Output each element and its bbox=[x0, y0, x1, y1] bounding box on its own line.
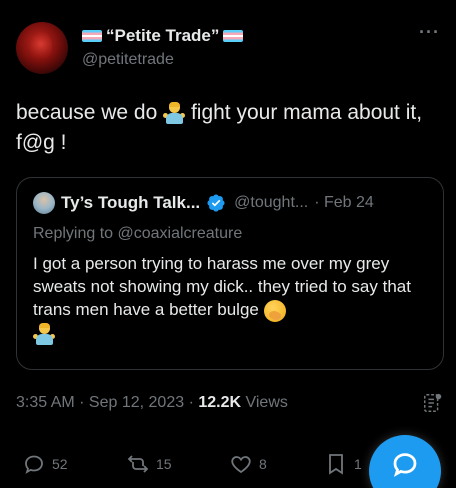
bookmark-icon bbox=[329, 454, 343, 475]
post-date[interactable]: Sep 12, 2023 bbox=[89, 394, 184, 411]
post-metadata: 3:35 AM · Sep 12, 2023 · 12.2K Views bbox=[16, 394, 288, 412]
shrug-emoji-icon bbox=[33, 323, 55, 346]
compose-button[interactable] bbox=[369, 435, 441, 488]
author-name-row[interactable]: “Petite Trade” bbox=[82, 26, 244, 46]
bookmark-button[interactable]: 1 bbox=[324, 452, 362, 476]
reply-icon bbox=[25, 455, 43, 474]
author-handle[interactable]: @petitetrade bbox=[82, 51, 174, 69]
quoted-author-name[interactable]: Ty’s Tough Talk... bbox=[61, 193, 200, 213]
post-text: because we do fight your mama about it, … bbox=[16, 98, 440, 158]
trans-flag-icon bbox=[223, 30, 244, 42]
bookmark-count: 1 bbox=[354, 456, 362, 472]
quoted-text-part: I got a person trying to harass me over … bbox=[33, 254, 411, 319]
replying-to: Replying to @coaxialcreature bbox=[33, 225, 243, 242]
like-count: 8 bbox=[259, 456, 267, 472]
quoted-post[interactable]: Ty’s Tough Talk... @tought... · Feb 24 R… bbox=[16, 177, 444, 370]
post-text-part: because we do bbox=[16, 101, 164, 124]
more-options-button[interactable]: ··· bbox=[419, 22, 440, 43]
views-count: 12.2K bbox=[198, 394, 242, 411]
views-label: Views bbox=[241, 394, 288, 411]
author-avatar[interactable] bbox=[16, 22, 68, 74]
quoted-author-handle[interactable]: @tought... bbox=[234, 194, 308, 212]
repost-button[interactable]: 15 bbox=[126, 452, 172, 476]
shrug-emoji-icon bbox=[163, 102, 186, 125]
reply-count: 52 bbox=[52, 456, 68, 472]
quoted-post-date[interactable]: · Feb 24 bbox=[314, 194, 374, 212]
reply-button[interactable]: 52 bbox=[22, 452, 68, 476]
yawn-emoji-icon bbox=[263, 299, 286, 322]
author-display-name[interactable]: “Petite Trade” bbox=[106, 26, 219, 46]
post-time[interactable]: 3:35 AM bbox=[16, 394, 75, 411]
quoted-post-text: I got a person trying to harass me over … bbox=[33, 252, 429, 346]
repost-icon bbox=[127, 455, 149, 473]
grok-icon[interactable] bbox=[422, 392, 444, 414]
repost-count: 15 bbox=[156, 456, 172, 472]
like-button[interactable]: 8 bbox=[229, 452, 267, 476]
quoted-author-avatar[interactable] bbox=[33, 192, 55, 214]
like-icon bbox=[231, 456, 251, 474]
compose-icon bbox=[393, 453, 417, 477]
trans-flag-icon bbox=[82, 30, 102, 42]
separator: · bbox=[184, 394, 199, 411]
quoted-post-header: Ty’s Tough Talk... @tought... · Feb 24 bbox=[33, 192, 374, 214]
separator: · bbox=[74, 394, 89, 411]
verified-icon bbox=[207, 194, 225, 212]
